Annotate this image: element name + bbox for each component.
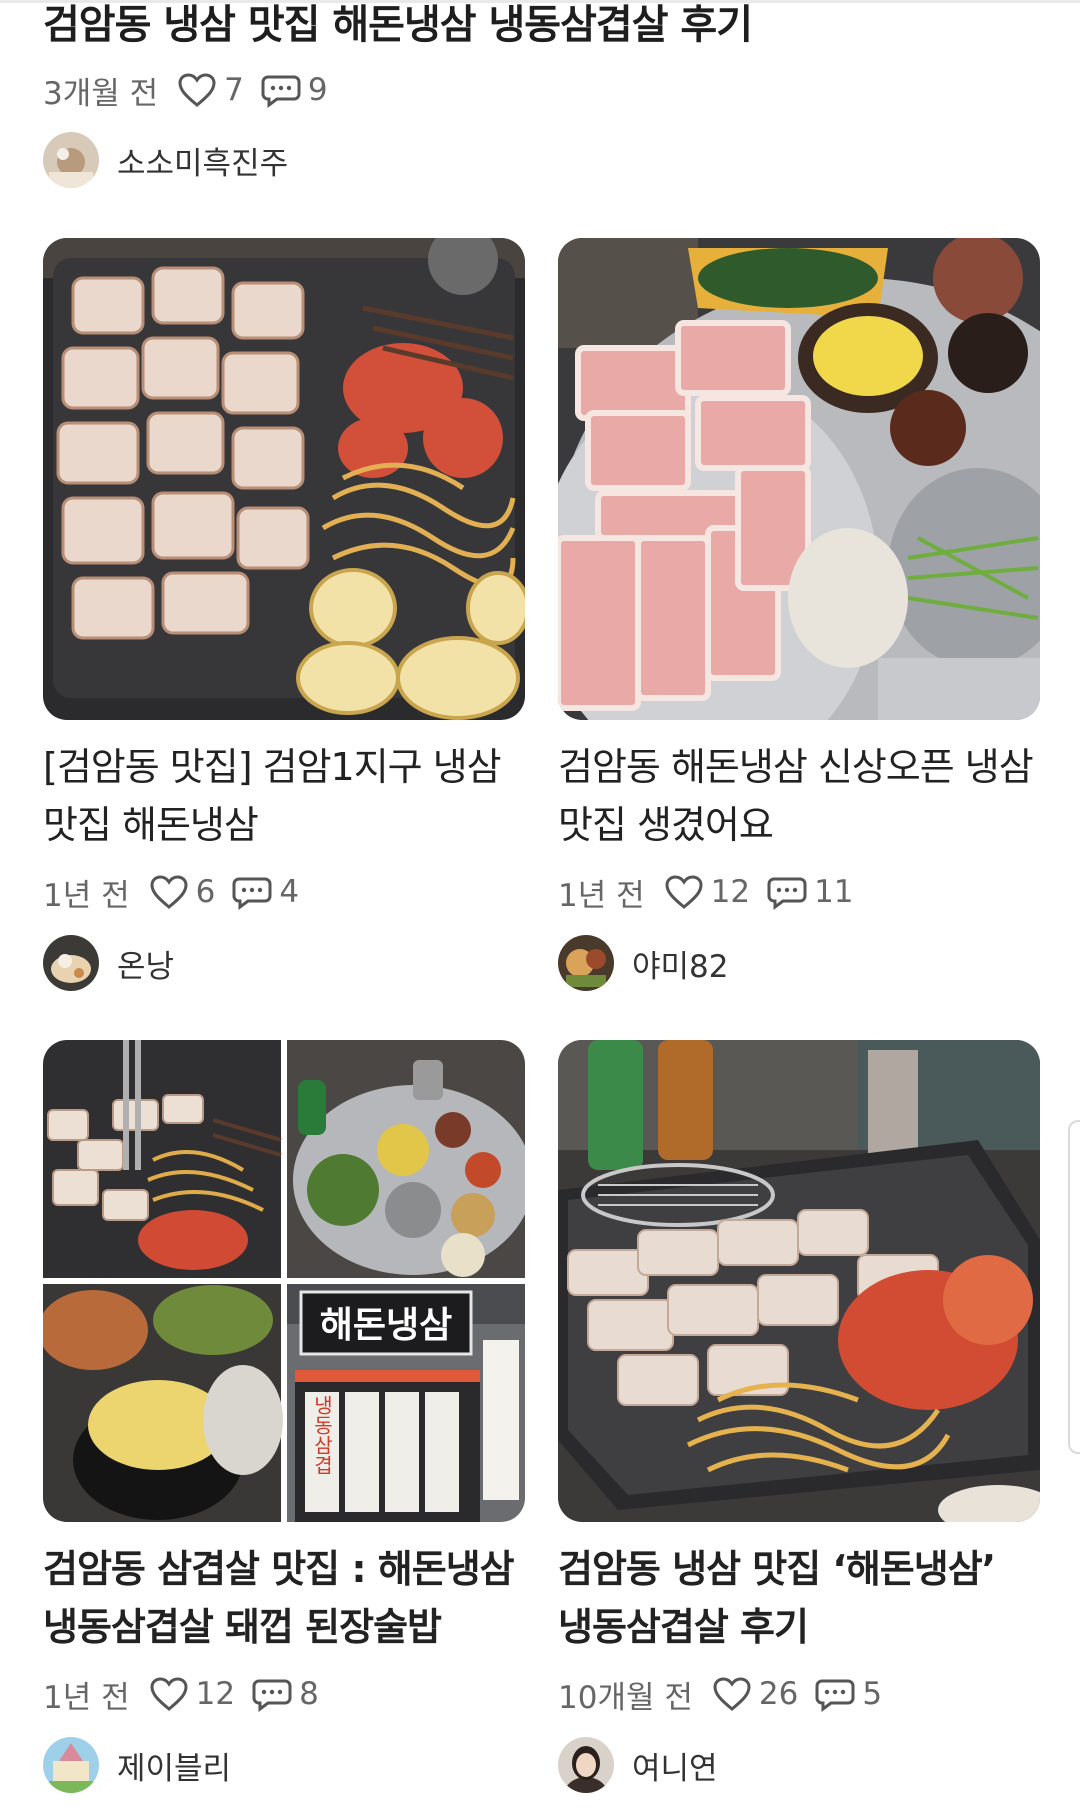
like-count: 26 xyxy=(758,1676,799,1712)
post-time: 3개월 전 xyxy=(43,75,159,112)
post-time: 10개월 전 xyxy=(558,1679,693,1716)
speech-bubble-icon[interactable] xyxy=(814,1675,856,1713)
post-title[interactable]: 검암동 삼겹살 맛집 : 해돈냉삼 냉동삼겹살 돼껍 된장술밥 xyxy=(43,1540,525,1656)
store-sign-text: 해돈냉삼 xyxy=(320,1305,452,1346)
post-author[interactable]: 제이블리 xyxy=(43,1735,231,1795)
post-title[interactable]: 검암동 냉삼 맛집 ‘해돈냉삼’ 냉동삼겹살 후기 xyxy=(558,1540,1040,1656)
speech-bubble-icon[interactable] xyxy=(251,1675,293,1713)
author-name[interactable]: 야미82 xyxy=(632,941,729,986)
speech-bubble-icon[interactable] xyxy=(231,873,273,911)
author-name[interactable]: 제이블리 xyxy=(117,1743,231,1788)
heart-outline-icon[interactable] xyxy=(711,1675,753,1713)
comment-count: 9 xyxy=(307,72,328,108)
speech-bubble-icon[interactable] xyxy=(260,71,302,109)
post-meta: 1년 전 12 11 xyxy=(558,870,870,914)
post-meta: 10개월 전 26 5 xyxy=(558,1672,898,1716)
post-time: 1년 전 xyxy=(43,877,130,914)
vertical-sign-text: 냉동삼겹 xyxy=(310,1395,334,1475)
avatar[interactable] xyxy=(43,132,99,188)
like-count: 6 xyxy=(195,874,216,910)
post-thumbnail[interactable] xyxy=(558,1040,1040,1522)
comment-count: 11 xyxy=(814,874,854,910)
heart-outline-icon[interactable] xyxy=(148,1675,190,1713)
comment-count: 5 xyxy=(862,1676,883,1712)
post-card[interactable]: [검암동 맛집] 검암1지구 냉삼맛집 해돈냉삼 1년 전 6 4 온낭 xyxy=(43,238,525,1008)
heart-outline-icon[interactable] xyxy=(176,71,218,109)
like-count: 12 xyxy=(195,1676,236,1712)
post-author[interactable]: 온낭 xyxy=(43,933,174,993)
scroll-edge-handle[interactable] xyxy=(1068,1120,1080,1454)
author-name[interactable]: 소소미흑진주 xyxy=(117,138,288,183)
speech-bubble-icon[interactable] xyxy=(766,873,808,911)
post-thumbnail[interactable]: 해돈냉삼 냉동삼겹 xyxy=(43,1040,525,1522)
post-meta: 3개월 전 7 9 xyxy=(43,68,344,112)
avatar[interactable] xyxy=(558,935,614,991)
post-card[interactable]: 검암동 냉삼 맛집 ‘해돈냉삼’ 냉동삼겹살 후기 10개월 전 26 5 여니… xyxy=(558,1040,1040,1810)
like-count: 12 xyxy=(710,874,751,910)
post-meta: 1년 전 6 4 xyxy=(43,870,315,914)
post-thumbnail[interactable] xyxy=(43,238,525,720)
post-title[interactable]: 검암동 냉삼 맛집 해돈냉삼 냉동삼겹살 후기 xyxy=(43,0,1043,50)
comment-count: 8 xyxy=(299,1676,319,1712)
post-card[interactable]: 해돈냉삼 냉동삼겹 검암동 삼겹살 맛집 : 해돈냉삼 냉동삼겹살 돼껍 된장술… xyxy=(43,1040,525,1810)
avatar[interactable] xyxy=(43,935,99,991)
heart-outline-icon[interactable] xyxy=(148,873,190,911)
post-meta: 1년 전 12 8 xyxy=(43,1672,335,1716)
post-time: 1년 전 xyxy=(558,877,645,914)
post-thumbnail[interactable] xyxy=(558,238,1040,720)
post-card[interactable]: 검암동 해돈냉삼 신상오픈 냉삼맛집 생겼어요 1년 전 12 11 야미82 xyxy=(558,238,1040,1008)
post-time: 1년 전 xyxy=(43,1679,130,1716)
author-name[interactable]: 여니연 xyxy=(632,1743,718,1788)
heart-outline-icon[interactable] xyxy=(663,873,705,911)
comment-count: 4 xyxy=(279,874,300,910)
author-name[interactable]: 온낭 xyxy=(117,941,174,986)
like-count: 7 xyxy=(224,72,244,108)
avatar[interactable] xyxy=(43,1737,99,1793)
post-title[interactable]: [검암동 맛집] 검암1지구 냉삼맛집 해돈냉삼 xyxy=(43,738,525,854)
post-author[interactable]: 소소미흑진주 xyxy=(43,130,288,190)
post-author[interactable]: 야미82 xyxy=(558,933,729,993)
post-author[interactable]: 여니연 xyxy=(558,1735,718,1795)
post-title[interactable]: 검암동 해돈냉삼 신상오픈 냉삼맛집 생겼어요 xyxy=(558,738,1040,854)
avatar[interactable] xyxy=(558,1737,614,1793)
